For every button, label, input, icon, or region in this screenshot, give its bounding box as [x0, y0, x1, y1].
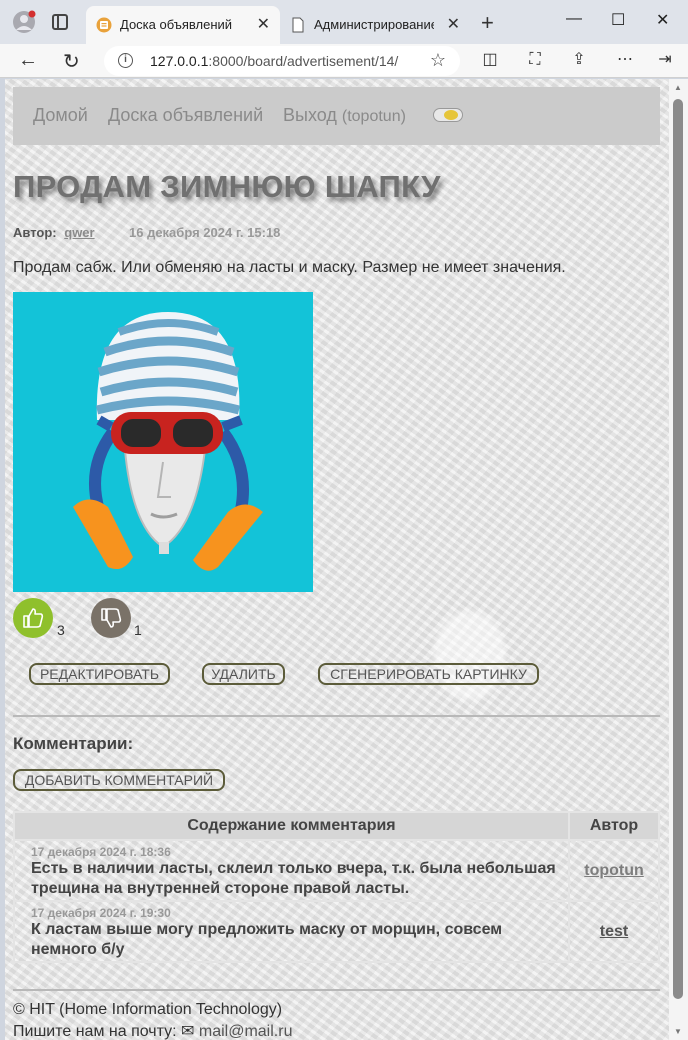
footer-divider — [13, 989, 660, 991]
page-scrollbar[interactable]: ▲ ▼ — [669, 79, 688, 1040]
author-link[interactable]: qwer — [64, 225, 94, 240]
nav-logout-link[interactable]: Выход (topotun) — [283, 105, 406, 126]
column-header-author: Автор — [568, 811, 660, 841]
comment-author-cell: topotun — [568, 839, 660, 902]
tab-close-icon[interactable]: ✕ — [447, 14, 460, 34]
table-row: 17 декабря 2024 г. 19:30 К ластам выше м… — [13, 900, 660, 963]
comment-author-link[interactable]: test — [600, 923, 628, 940]
dislike-button[interactable] — [91, 598, 131, 638]
split-screen-icon[interactable]: ◫ — [481, 51, 499, 69]
divider — [13, 715, 660, 717]
ad-photo-illustration — [13, 292, 313, 592]
new-tab-icon[interactable]: + — [481, 10, 494, 36]
delete-button[interactable]: УДАЛИТЬ — [202, 663, 285, 685]
footer-mail-prefix: Пишите нам на почту: — [13, 1023, 177, 1040]
like-button[interactable] — [13, 598, 53, 638]
comment-date: 17 декабря 2024 г. 18:36 — [31, 844, 171, 859]
site-favicon-icon — [96, 17, 112, 33]
reload-icon[interactable]: ↻ — [63, 49, 80, 74]
comment-text: К ластам выше могу предложить маску от м… — [31, 920, 503, 958]
column-header-content: Содержание комментария — [13, 811, 570, 841]
address-bar: ← ↻ i 127.0.0.1:8000/board/advertisement… — [0, 44, 688, 78]
thumbs-up-icon — [23, 608, 44, 628]
scroll-down-icon[interactable]: ▼ — [674, 1027, 682, 1036]
share-icon[interactable]: ⇪ — [570, 51, 588, 69]
scrollbar-thumb[interactable] — [673, 99, 683, 999]
comment-cell: 17 декабря 2024 г. 18:36 Есть в наличии … — [13, 839, 570, 902]
footer-copyright: © HIT (Home Information Technology) — [13, 1001, 283, 1018]
ad-title: ПРОДАМ ЗИМНЮЮ ШАПКУ — [13, 169, 441, 204]
site-info-icon[interactable]: i — [118, 53, 133, 68]
ad-meta: Автор: qwer 16 декабря 2024 г. 15:18 — [13, 225, 280, 240]
site-navbar: Домой Доска объявлений Выход (topotun) — [13, 87, 660, 145]
scroll-up-icon[interactable]: ▲ — [674, 83, 682, 92]
window-close-icon[interactable]: ✕ — [656, 10, 669, 30]
logout-username: (topotun) — [341, 108, 406, 125]
more-options-icon[interactable]: ⋯ — [616, 51, 634, 69]
nav-home-link[interactable]: Домой — [33, 105, 88, 126]
url-field[interactable]: i 127.0.0.1:8000/board/advertisement/14/… — [104, 46, 460, 76]
like-count: 3 — [57, 622, 65, 638]
dislike-count: 1 — [134, 622, 142, 638]
tab-title: Доска объявлений — [120, 17, 233, 32]
edit-button[interactable]: РЕДАКТИРОВАТЬ — [29, 663, 170, 685]
tab-title: Администрирование са — [314, 17, 434, 32]
footer-contact: Пишите нам на почту: ✉ mail@mail.ru — [13, 1021, 292, 1040]
back-arrow-icon[interactable]: ← — [18, 49, 38, 72]
sidebar-icon[interactable]: ⇥ — [656, 51, 674, 69]
ad-description: Продам сабж. Или обменяю на ласты и маск… — [13, 259, 566, 276]
mail-icon: ✉ — [181, 1023, 195, 1040]
profile-avatar-icon[interactable] — [12, 10, 36, 34]
comment-author-cell: test — [568, 900, 660, 963]
add-comment-button[interactable]: ДОБАВИТЬ КОММЕНТАРИЙ — [13, 769, 225, 791]
table-row: 17 декабря 2024 г. 18:36 Есть в наличии … — [13, 839, 660, 902]
comment-date: 17 декабря 2024 г. 19:30 — [31, 905, 171, 920]
page-icon — [292, 17, 304, 33]
url-text: 127.0.0.1:8000/board/advertisement/14/ — [150, 53, 399, 69]
screenshot-icon[interactable]: ⛶ — [526, 51, 544, 69]
tab-admin[interactable]: Администрирование са ✕ — [280, 6, 470, 44]
nav-board-link[interactable]: Доска объявлений — [108, 105, 263, 126]
ad-photo — [13, 292, 313, 592]
comment-author-link[interactable]: topotun — [584, 862, 644, 879]
tab-board[interactable]: Доска объявлений ✕ — [86, 6, 280, 44]
tab-actions-icon[interactable] — [52, 14, 68, 30]
favorite-star-icon[interactable]: ☆ — [430, 50, 446, 71]
comment-text: Есть в наличии ласты, склеил только вчер… — [31, 859, 556, 897]
author-label: Автор: — [13, 225, 57, 240]
footer-mail-link[interactable]: mail@mail.ru — [199, 1023, 293, 1040]
maximize-icon[interactable]: ☐ — [611, 10, 625, 30]
thumbs-down-icon — [101, 608, 122, 628]
logout-label: Выход — [283, 105, 337, 125]
ad-date: 16 декабря 2024 г. 15:18 — [129, 225, 281, 240]
generate-image-button[interactable]: СГЕНЕРИРОВАТЬ КАРТИНКУ — [318, 663, 539, 685]
comments-table: Содержание комментария Автор 17 декабря … — [13, 811, 660, 963]
site-footer: © HIT (Home Information Technology) Пиши… — [13, 999, 292, 1040]
theme-toggle[interactable] — [433, 108, 463, 122]
comments-heading: Комментарии: — [13, 734, 134, 753]
browser-tab-bar: Доска объявлений ✕ Администрирование са … — [0, 0, 688, 44]
minimize-icon[interactable]: — — [566, 10, 582, 28]
table-header-row: Содержание комментария Автор — [13, 811, 660, 841]
comment-cell: 17 декабря 2024 г. 19:30 К ластам выше м… — [13, 900, 570, 963]
page-content: Домой Доска объявлений Выход (topotun) П… — [5, 79, 669, 1040]
tab-close-icon[interactable]: ✕ — [257, 14, 270, 34]
